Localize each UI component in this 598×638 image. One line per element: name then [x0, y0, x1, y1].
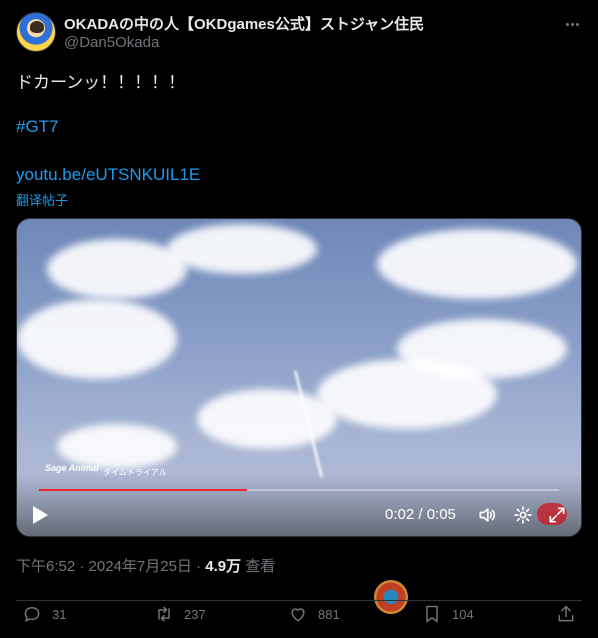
- like-button[interactable]: 881: [288, 604, 340, 624]
- video-cloud: [47, 239, 187, 299]
- video-cloud: [167, 224, 317, 274]
- hashtag-link[interactable]: #GT7: [16, 117, 59, 137]
- bookmark-icon: [426, 605, 438, 623]
- volume-icon[interactable]: [477, 505, 497, 525]
- video-cloud: [317, 359, 497, 429]
- reply-count: 31: [52, 606, 67, 622]
- action-bar: 31 237 881 104: [16, 600, 582, 628]
- settings-icon[interactable]: [513, 505, 533, 525]
- tweet-text: ドカーンッ！！！！！: [16, 73, 186, 92]
- like-icon: [291, 608, 305, 622]
- share-button[interactable]: [556, 604, 576, 624]
- bookmark-button[interactable]: 104: [422, 604, 474, 624]
- overlay-logo: Sage Animal: [45, 463, 99, 473]
- view-count: 4.9万: [205, 558, 242, 575]
- share-icon: [558, 605, 574, 622]
- more-icon[interactable]: [562, 14, 582, 34]
- translate-button[interactable]: 翻译帖子: [16, 190, 68, 209]
- video-cloud: [197, 389, 337, 449]
- avatar[interactable]: [16, 12, 56, 52]
- author-handle[interactable]: @Dan5Okada: [64, 34, 159, 51]
- youtube-link[interactable]: youtu.be/eUTSNKUIL1E: [16, 165, 200, 185]
- bookmark-count: 104: [452, 606, 474, 622]
- view-label: 查看: [241, 558, 276, 575]
- reply-button[interactable]: 31: [22, 604, 66, 624]
- progress-fill: [39, 489, 247, 491]
- tweet-meta: 下午6:52 · 2024年7月25日 · 4.9万 查看: [16, 555, 275, 576]
- play-icon[interactable]: [31, 505, 49, 525]
- repost-count: 237: [184, 606, 206, 622]
- repost-button[interactable]: 237: [154, 604, 206, 624]
- repost-icon: [158, 606, 170, 622]
- time-display: 0:02 / 0:05: [385, 506, 456, 523]
- video-cloud: [377, 229, 577, 299]
- video-cloud: [17, 299, 177, 379]
- like-count: 881: [318, 606, 340, 622]
- fullscreen-icon[interactable]: [547, 505, 567, 525]
- timestamp[interactable]: 下午6:52 · 2024年7月25日 ·: [16, 558, 205, 575]
- author-name[interactable]: OKADAの中の人【OKDgames公式】ストジャン住民: [64, 13, 424, 34]
- video-player[interactable]: Sage Animal タイムトライアル 0:02 / 0:05: [16, 218, 582, 537]
- progress-bar[interactable]: [39, 489, 559, 491]
- reply-icon: [24, 606, 40, 623]
- tweet-header: OKADAの中の人【OKDgames公式】ストジャン住民 @Dan5Okada: [16, 12, 582, 54]
